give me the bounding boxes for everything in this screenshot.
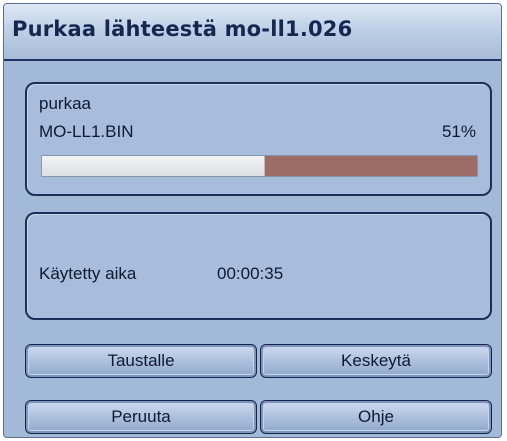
progress-bar <box>41 155 478 177</box>
elapsed-time-value: 00:00:35 <box>217 264 284 283</box>
window-title: Purkaa lähteestä mo-ll1.026 <box>12 17 353 41</box>
elapsed-time-panel: Käytetty aika 00:00:35 <box>25 212 492 320</box>
background-button[interactable]: Taustalle <box>25 344 257 378</box>
title-bar[interactable]: Purkaa lähteestä mo-ll1.026 <box>4 4 501 61</box>
progress-panel: purkaa MO-LL1.BIN 51% <box>25 82 492 196</box>
pause-button[interactable]: Keskeytä <box>260 344 492 378</box>
progress-percent: 51% <box>441 122 476 141</box>
extract-dialog: Purkaa lähteestä mo-ll1.026 purkaa MO-LL… <box>3 3 502 438</box>
file-name: MO-LL1.BIN <box>39 122 134 141</box>
help-button[interactable]: Ohje <box>260 400 492 434</box>
cancel-button[interactable]: Peruuta <box>25 400 257 434</box>
elapsed-time-label: Käytetty aika <box>39 264 137 283</box>
action-label: purkaa <box>39 94 91 113</box>
progress-bar-fill <box>42 156 265 176</box>
